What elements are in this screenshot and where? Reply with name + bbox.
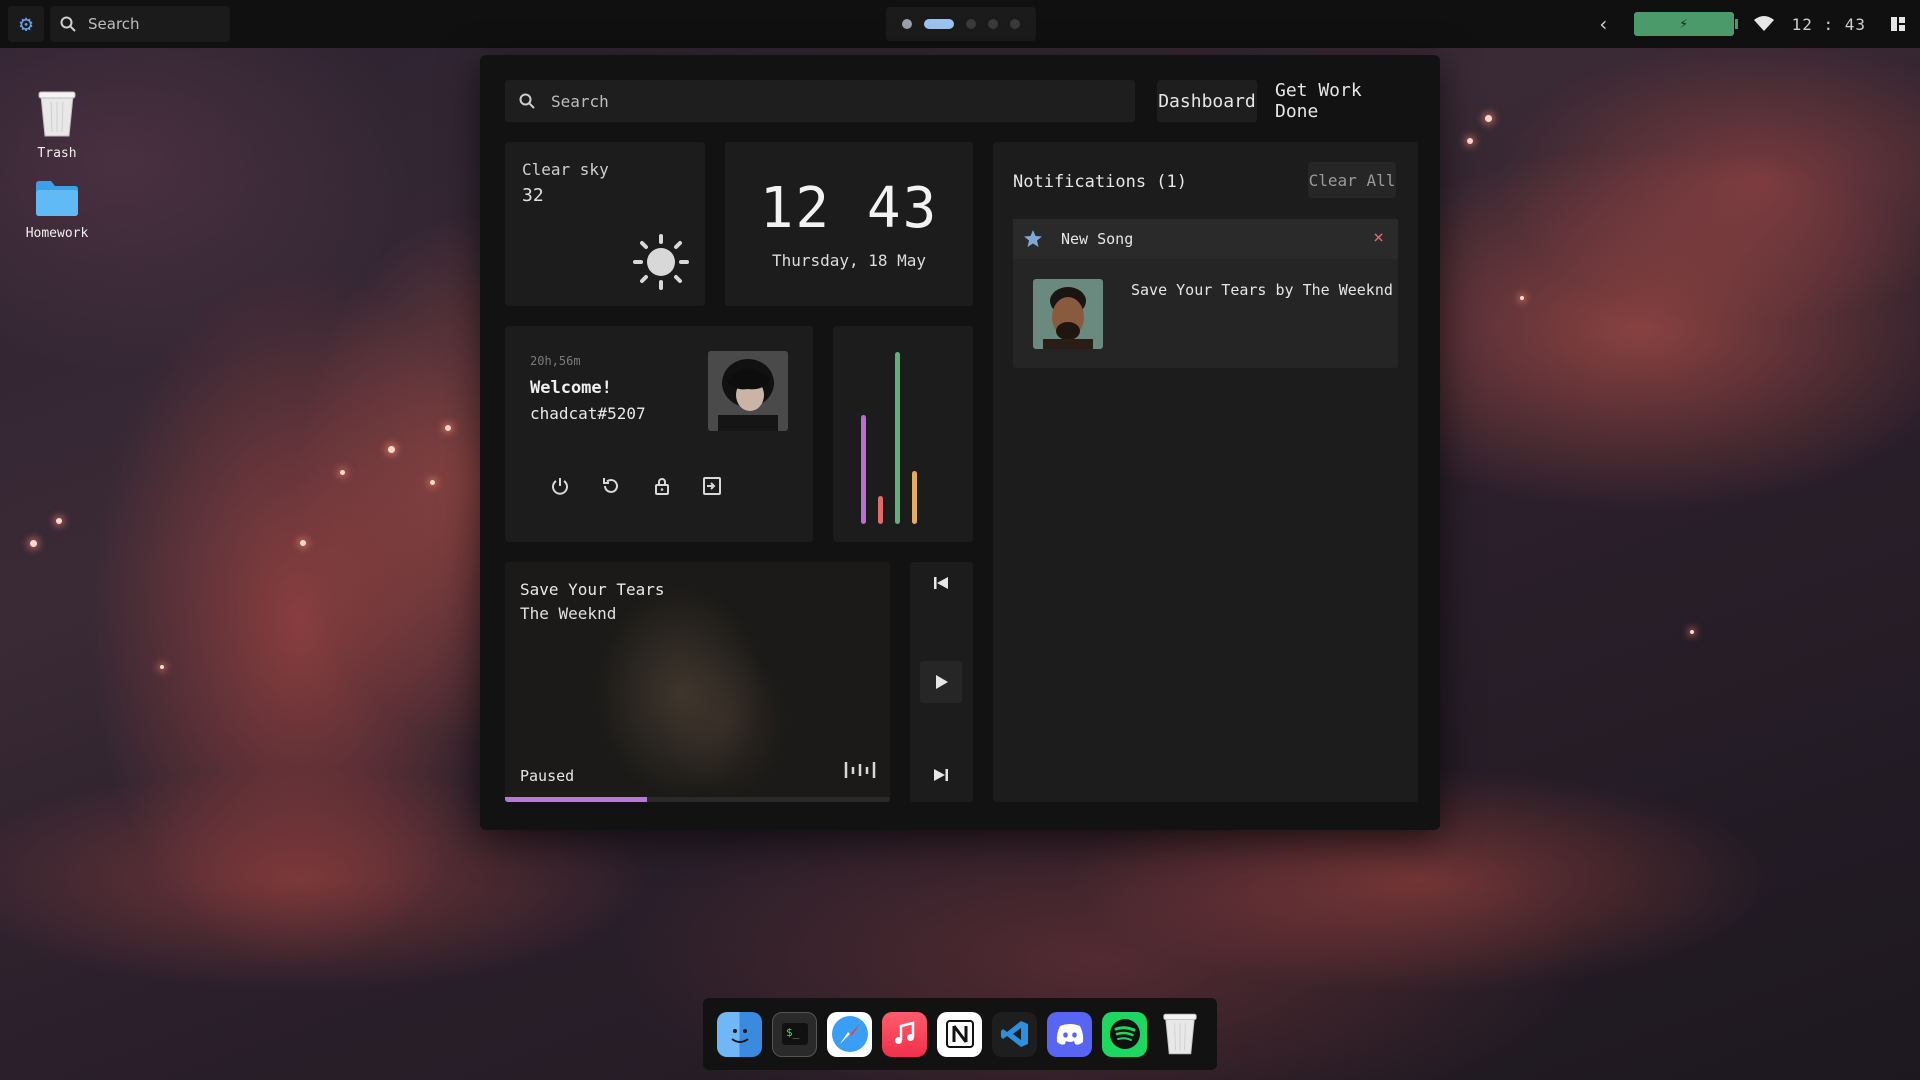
usage-bar-1 bbox=[861, 415, 866, 524]
restart-icon bbox=[603, 478, 618, 493]
weather-widget: Clear sky 32 bbox=[505, 142, 705, 306]
waveform-icon bbox=[844, 762, 876, 778]
dashboard-search-placeholder: Search bbox=[551, 91, 609, 111]
workspace-3[interactable] bbox=[966, 19, 976, 29]
workspace-1[interactable] bbox=[902, 19, 912, 29]
avatar bbox=[708, 351, 788, 431]
logout-icon bbox=[703, 477, 721, 495]
dock: $_ bbox=[703, 998, 1217, 1070]
charging-bolt-icon: ⚡ bbox=[1679, 16, 1688, 32]
folder-icon bbox=[17, 178, 97, 222]
svg-text:$_: $_ bbox=[786, 1026, 800, 1039]
power-icon bbox=[552, 478, 568, 495]
desktop-trash[interactable]: Trash bbox=[17, 90, 97, 161]
search-icon bbox=[60, 16, 76, 32]
notification-app-name: New Song bbox=[1061, 230, 1134, 248]
notification-item[interactable]: New Song × Save Your Tears by The Weeknd bbox=[1013, 219, 1398, 368]
workspace-5[interactable] bbox=[1010, 19, 1020, 29]
previous-track-button[interactable] bbox=[920, 562, 962, 604]
tray-expand-chevron-icon[interactable]: ‹ bbox=[1598, 12, 1610, 36]
workspace-switcher bbox=[886, 7, 1036, 41]
trash-icon[interactable] bbox=[1157, 1012, 1202, 1057]
play-icon bbox=[936, 675, 948, 689]
welcome-text: Welcome! bbox=[530, 378, 612, 398]
safari-icon[interactable] bbox=[827, 1011, 872, 1057]
play-button[interactable] bbox=[920, 661, 962, 703]
finder-icon[interactable] bbox=[717, 1011, 762, 1057]
player-progress-fill bbox=[505, 797, 648, 802]
system-usage-bars bbox=[833, 326, 973, 542]
battery-indicator[interactable]: ⚡ bbox=[1633, 12, 1738, 36]
next-icon bbox=[934, 769, 948, 781]
workspace-4[interactable] bbox=[988, 19, 998, 29]
username-text: chadcat#5207 bbox=[530, 404, 646, 423]
logout-button[interactable] bbox=[692, 466, 732, 506]
player-status: Paused bbox=[520, 767, 575, 785]
dashboard-search-input[interactable]: Search bbox=[505, 80, 1135, 122]
settings-gear-icon[interactable]: ⚙ bbox=[8, 6, 44, 42]
search-icon bbox=[519, 93, 535, 109]
restart-button[interactable] bbox=[591, 466, 631, 506]
player-controls bbox=[910, 562, 973, 802]
topbar-search[interactable]: Search bbox=[50, 6, 230, 42]
trash-icon bbox=[17, 90, 97, 142]
layout-grid-icon[interactable] bbox=[1890, 16, 1906, 32]
power-button[interactable] bbox=[540, 466, 580, 506]
spotify-icon[interactable] bbox=[1102, 1011, 1147, 1057]
terminal-icon[interactable]: $_ bbox=[772, 1011, 817, 1057]
desktop-homework-folder[interactable]: Homework bbox=[17, 178, 97, 241]
notifications-panel: Notifications (1) Clear All New Song × S… bbox=[993, 142, 1418, 802]
discord-icon[interactable] bbox=[1047, 1011, 1092, 1057]
notion-icon[interactable] bbox=[937, 1011, 982, 1057]
vscode-icon[interactable] bbox=[992, 1011, 1037, 1057]
next-track-button[interactable] bbox=[920, 754, 962, 796]
desktop-trash-label: Trash bbox=[37, 146, 77, 161]
notification-message: Save Your Tears by The Weeknd bbox=[1131, 281, 1393, 299]
player-song-title: Save Your Tears bbox=[520, 580, 665, 599]
weather-condition: Clear sky bbox=[522, 160, 609, 179]
tab-get-work-done[interactable]: Get Work Done bbox=[1275, 80, 1415, 122]
uptime-text: 20h,56m bbox=[530, 354, 581, 368]
lock-icon bbox=[655, 478, 669, 495]
music-notification-icon bbox=[1024, 230, 1042, 247]
workspace-2-active[interactable] bbox=[924, 19, 954, 29]
topbar-clock: 12 : 43 bbox=[1791, 14, 1866, 34]
previous-icon bbox=[934, 577, 948, 589]
topbar-search-label: Search bbox=[88, 15, 140, 33]
album-art bbox=[1033, 279, 1103, 349]
usage-bar-2 bbox=[878, 496, 883, 524]
player-progress-bar[interactable] bbox=[505, 797, 890, 802]
wifi-icon[interactable] bbox=[1753, 16, 1774, 32]
clock-date: Thursday, 18 May bbox=[771, 251, 927, 270]
top-bar: ⚙ Search ‹ ⚡ 12 : 43 bbox=[0, 0, 1920, 48]
player-artist: The Weeknd bbox=[520, 604, 617, 623]
music-player: Save Your Tears The Weeknd Paused bbox=[505, 562, 890, 802]
desktop-homework-label: Homework bbox=[25, 226, 89, 241]
weather-temperature: 32 bbox=[522, 185, 544, 206]
clock-widget: 12 43 Thursday, 18 May bbox=[725, 142, 973, 306]
close-icon[interactable]: × bbox=[1373, 227, 1384, 248]
usage-bar-4 bbox=[912, 471, 917, 524]
usage-bar-3 bbox=[895, 352, 900, 524]
lock-button[interactable] bbox=[642, 466, 682, 506]
dashboard-panel: Search Dashboard Get Work Done Clear sky… bbox=[480, 55, 1440, 830]
notification-header: New Song × bbox=[1013, 219, 1398, 259]
tab-dashboard[interactable]: Dashboard bbox=[1157, 80, 1257, 122]
profile-widget: 20h,56m Welcome! chadcat#5207 bbox=[505, 326, 813, 542]
clock-time: 12 43 bbox=[759, 176, 939, 241]
music-icon[interactable] bbox=[882, 1011, 927, 1057]
notifications-title: Notifications (1) bbox=[1013, 172, 1187, 192]
clear-all-button[interactable]: Clear All bbox=[1308, 162, 1396, 198]
sun-icon bbox=[633, 234, 689, 290]
